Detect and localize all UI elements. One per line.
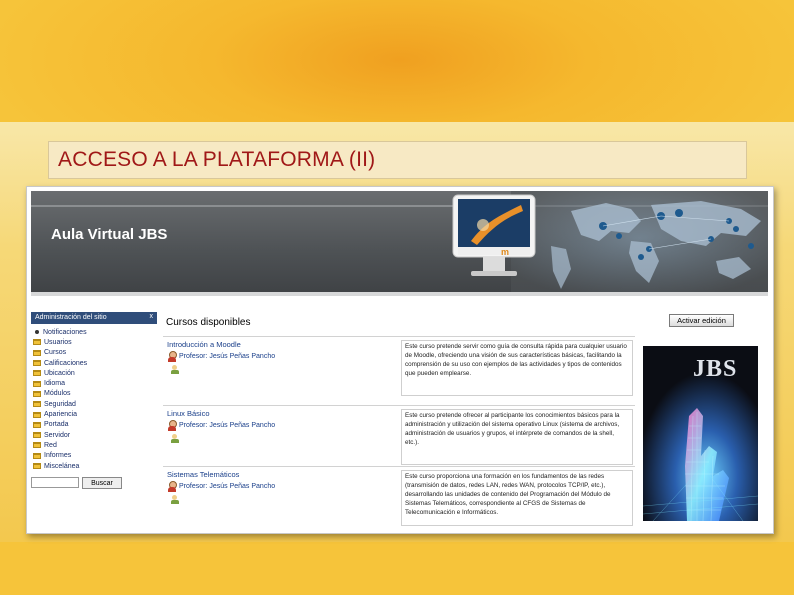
guest-access-icon — [171, 365, 180, 374]
folder-icon — [33, 411, 41, 418]
sidebar-item[interactable]: Apariencia — [33, 409, 155, 419]
course-card: Introducción a Moodle Profesor: Jesús Peñ… — [163, 336, 635, 398]
sidebar-search: Buscar — [31, 477, 157, 490]
folder-icon — [33, 370, 41, 377]
sidebar-item-label: Seguridad — [44, 400, 76, 408]
teacher-name-link[interactable]: Profesor: Jesús Peñas Pancho — [179, 353, 275, 360]
sidebar-close-button[interactable]: x — [150, 313, 154, 320]
moodle-screenshot: Aula Virtual JBS m Administración del si… — [26, 186, 774, 534]
sidebar-item[interactable]: Seguridad — [33, 399, 155, 409]
course-info: Sistemas Telemáticos Profesor: Jesús Peña… — [167, 470, 393, 504]
sidebar-item-label: Informes — [44, 452, 72, 460]
sidebar-item[interactable]: Red — [33, 440, 155, 450]
course-access-icons — [167, 492, 393, 504]
sidebar-item[interactable]: Informes — [33, 451, 155, 461]
sidebar-item-label: Usuarios — [44, 338, 72, 346]
course-summary: Este curso proporciona una formación en … — [401, 470, 633, 526]
sidebar-item-label: Red — [44, 441, 57, 449]
sidebar-item-label: Miscelánea — [44, 462, 80, 470]
sidebar-item-label: Portada — [44, 421, 69, 429]
course-access-icons — [167, 362, 393, 374]
sidebar-item[interactable]: Módulos — [33, 389, 155, 399]
courses-title: Cursos disponibles — [166, 317, 251, 328]
folder-icon — [33, 360, 41, 367]
folder-icon — [33, 421, 41, 428]
sidebar-item-label: Apariencia — [44, 411, 78, 419]
header-bottom-bar — [31, 292, 768, 296]
turn-editing-on-button[interactable]: Activar edición — [669, 314, 734, 327]
course-summary: Este curso pretende ofrecer al participa… — [401, 409, 633, 465]
sidebar-list: Notificaciones Usuarios Cursos Calificacion… — [31, 324, 157, 474]
sidebar-item[interactable]: Cursos — [33, 348, 155, 358]
sidebar-item[interactable]: Notificaciones — [33, 327, 155, 337]
teacher-name-link[interactable]: Profesor: Jesús Peñas Pancho — [179, 422, 275, 429]
sidebar-title: Administración del sitio — [35, 314, 107, 321]
teacher-icon — [167, 351, 177, 362]
course-name-link[interactable]: Introducción a Moodle — [167, 340, 393, 349]
slide-title-box: ACCESO A LA PLATAFORMA (II) — [48, 141, 747, 179]
teacher-icon — [167, 481, 177, 492]
site-name[interactable]: Aula Virtual JBS — [51, 226, 167, 243]
guest-access-icon — [171, 495, 180, 504]
sidebar-header: Administración del sitio x — [31, 312, 157, 324]
folder-icon — [33, 339, 41, 346]
teacher-row: Profesor: Jesús Peñas Pancho — [167, 481, 393, 492]
slide-title: ACCESO A LA PLATAFORMA (II) — [58, 148, 376, 171]
sidebar-item-label: Calificaciones — [44, 359, 88, 367]
folder-icon — [33, 390, 41, 397]
course-card: Sistemas Telemáticos Profesor: Jesús Peña… — [163, 466, 635, 528]
jbs-promo-image: JBS — [643, 346, 758, 521]
sidebar-search-input[interactable] — [31, 477, 79, 489]
sidebar-item-label: Ubicación — [44, 369, 75, 377]
sidebar-item[interactable]: Calificaciones — [33, 358, 155, 368]
jbs-logo: JBS — [693, 356, 738, 382]
course-info: Introducción a Moodle Profesor: Jesús Peñ… — [167, 340, 393, 374]
sidebar-item-label: Cursos — [44, 349, 67, 357]
sidebar-item-label: Notificaciones — [43, 328, 87, 336]
teacher-name-link[interactable]: Profesor: Jesús Peñas Pancho — [179, 483, 275, 490]
moodle-logo-letter: m — [501, 247, 509, 257]
admin-sidebar: Administración del sitio x Notificacione… — [31, 312, 157, 507]
sidebar-item[interactable]: Miscelánea — [33, 461, 155, 471]
sidebar-item[interactable]: Idioma — [33, 378, 155, 388]
folder-icon — [33, 452, 41, 459]
course-name-link[interactable]: Sistemas Telemáticos — [167, 470, 393, 479]
site-header: Aula Virtual JBS m — [31, 191, 768, 296]
course-access-icons — [167, 431, 393, 443]
world-map-graphic — [511, 191, 768, 296]
guest-access-icon — [171, 434, 180, 443]
folder-icon — [33, 401, 41, 408]
monitor-logo-icon: m — [452, 194, 536, 276]
course-name-link[interactable]: Linux Básico — [167, 409, 393, 418]
folder-icon — [33, 442, 41, 449]
sidebar-item[interactable]: Portada — [33, 420, 155, 430]
sidebar-search-button[interactable]: Buscar — [82, 477, 122, 490]
sidebar-item[interactable]: Usuarios — [33, 337, 155, 347]
folder-icon — [33, 432, 41, 439]
sidebar-item-label: Idioma — [44, 380, 66, 388]
sidebar-item-label: Módulos — [44, 390, 71, 398]
teacher-icon — [167, 420, 177, 431]
sidebar-item-label: Servidor — [44, 431, 71, 439]
course-info: Linux Básico Profesor: Jesús Peñas Pancho — [167, 409, 393, 443]
sidebar-item[interactable]: Ubicación — [33, 368, 155, 378]
teacher-row: Profesor: Jesús Peñas Pancho — [167, 420, 393, 431]
bullet-icon — [35, 330, 39, 335]
sidebar-item[interactable]: Servidor — [33, 430, 155, 440]
teacher-row: Profesor: Jesús Peñas Pancho — [167, 351, 393, 362]
course-summary: Este curso pretende servir como guía de … — [401, 340, 633, 396]
folder-icon — [33, 463, 41, 469]
folder-icon — [33, 349, 41, 356]
course-card: Linux Básico Profesor: Jesús Peñas Pancho… — [163, 405, 635, 467]
folder-icon — [33, 380, 41, 387]
